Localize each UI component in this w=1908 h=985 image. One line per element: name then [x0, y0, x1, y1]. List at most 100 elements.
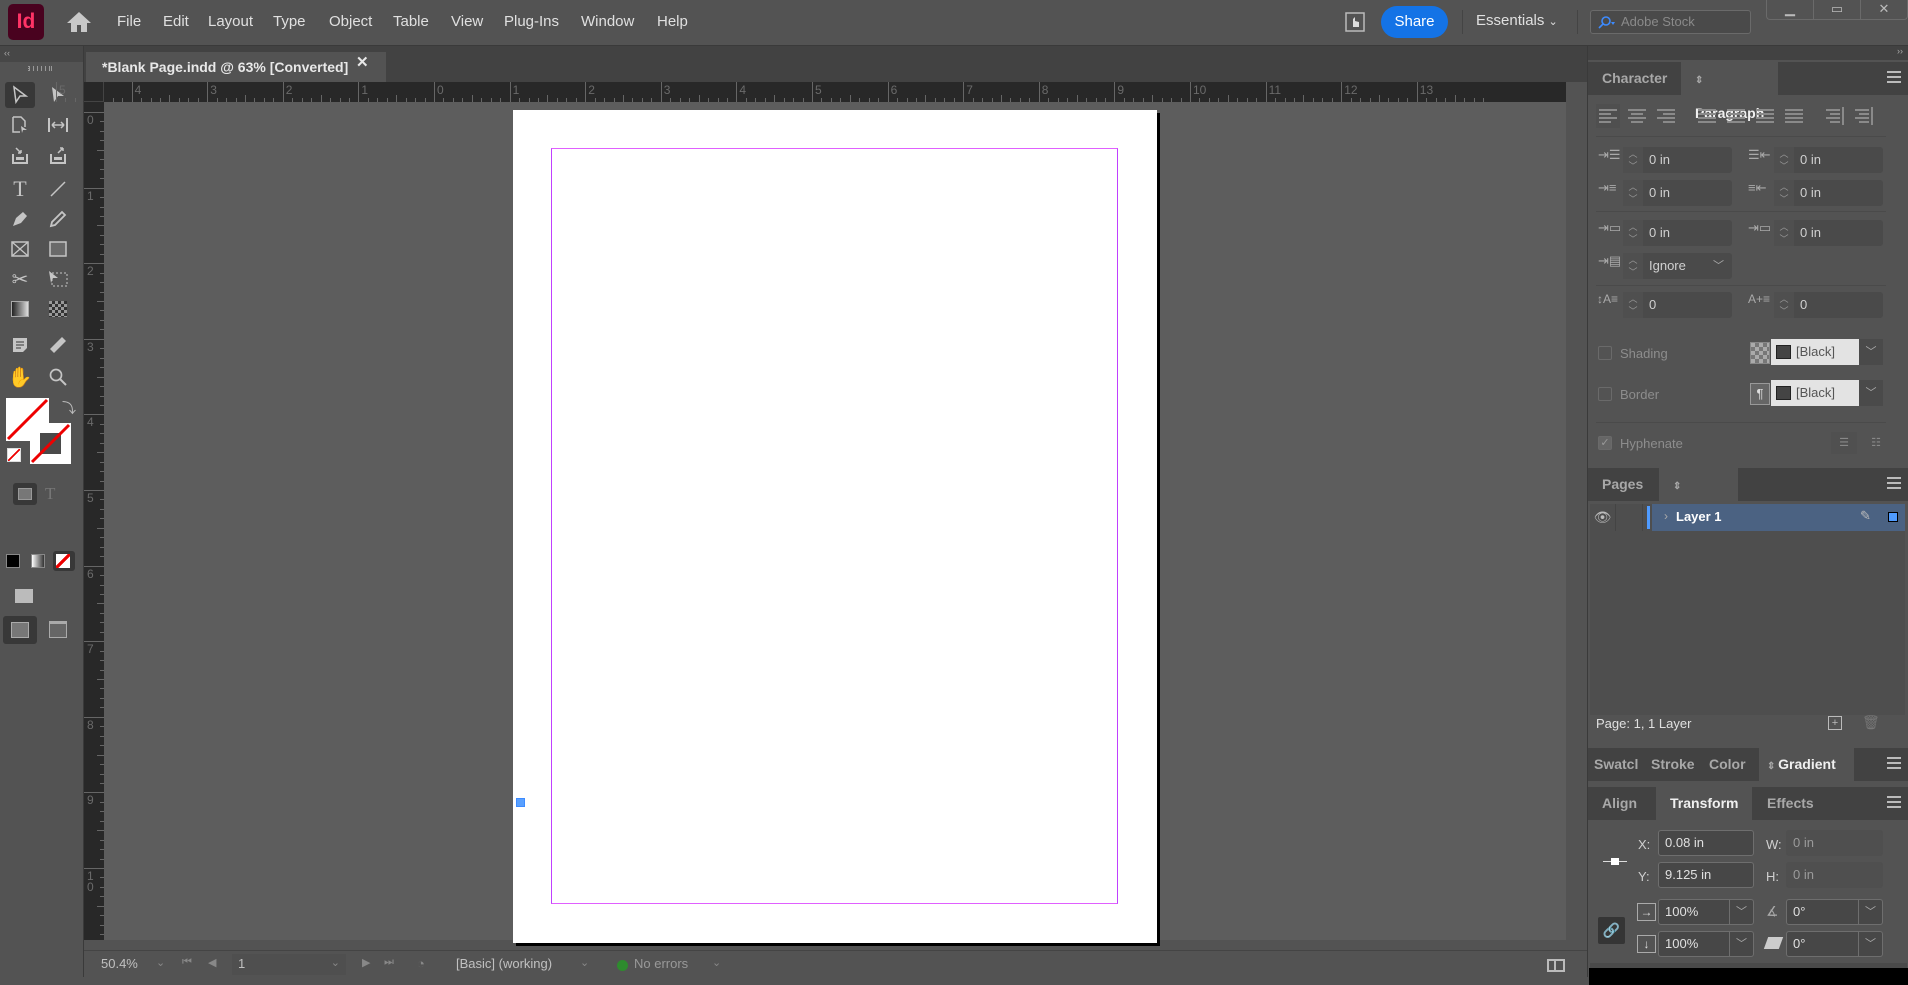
- menu-plugins[interactable]: Plug-Ins: [504, 13, 559, 30]
- chevron-down-icon[interactable]: ⌄: [580, 956, 589, 969]
- space-after-field[interactable]: ︿ ﹀ 0 in: [1774, 220, 1883, 246]
- chevron-down-icon[interactable]: ﹀: [1729, 932, 1753, 956]
- menu-file[interactable]: File: [117, 13, 141, 30]
- tab-transform[interactable]: Transform: [1656, 787, 1752, 820]
- menu-window[interactable]: Window: [581, 13, 634, 30]
- default-fill-stroke-icon[interactable]: [7, 448, 21, 462]
- reference-point-icon[interactable]: [1603, 858, 1627, 866]
- pen-tool-icon[interactable]: [5, 206, 35, 232]
- apply-none-button[interactable]: [53, 551, 75, 571]
- preflight-icon[interactable]: ◔: [417, 956, 425, 971]
- note-tool-icon[interactable]: [5, 332, 35, 358]
- zoom-tool-icon[interactable]: [43, 364, 73, 390]
- tab-gradient[interactable]: ⇕ Gradient: [1759, 748, 1854, 781]
- formatting-container-button[interactable]: [13, 483, 37, 505]
- layer-row[interactable]: 👁 › Layer 1 ✎: [1590, 504, 1905, 531]
- shading-color-dropdown[interactable]: ﹀: [1859, 339, 1883, 365]
- tab-effects[interactable]: Effects: [1753, 787, 1825, 820]
- apply-color-button[interactable]: [6, 554, 20, 568]
- collapse-panel-button[interactable]: ‹‹: [0, 46, 83, 62]
- page-tool-icon[interactable]: [5, 112, 35, 138]
- formatting-text-button[interactable]: T: [45, 484, 55, 504]
- measure-tool-icon[interactable]: [43, 332, 73, 358]
- selection-tool-icon[interactable]: [5, 82, 35, 108]
- shading-settings-icon[interactable]: [1750, 342, 1770, 364]
- chevron-right-icon[interactable]: ›: [1664, 509, 1668, 523]
- preflight-profile[interactable]: [Basic] (working): [456, 956, 552, 971]
- close-button[interactable]: ✕: [1861, 0, 1907, 19]
- menu-edit[interactable]: Edit: [163, 13, 189, 30]
- scale-y-field[interactable]: 100% ﹀: [1658, 931, 1754, 957]
- tab-pages[interactable]: Pages: [1588, 468, 1658, 501]
- share-button[interactable]: Share: [1381, 6, 1448, 38]
- expand-panels-button[interactable]: ››: [1588, 46, 1908, 60]
- tab-paragraph[interactable]: ⇕ Paragraph: [1681, 62, 1778, 121]
- tab-character[interactable]: Character: [1588, 62, 1681, 95]
- align-away-from-spine-icon[interactable]: [1851, 104, 1875, 128]
- span-columns-icon[interactable]: ☷: [1863, 432, 1889, 454]
- space-before-field[interactable]: ︿ ﹀ 0 in: [1623, 220, 1732, 246]
- free-transform-tool-icon[interactable]: [43, 266, 73, 292]
- menu-table[interactable]: Table: [393, 13, 429, 30]
- justify-center-icon[interactable]: [1724, 104, 1748, 128]
- align-to-grid-select[interactable]: ︿ ﹀ Ignore ﹀: [1623, 253, 1732, 279]
- vertical-ruler[interactable]: 0 1 2 3 4 5 6 7 8 9 1 0: [84, 102, 104, 940]
- balance-lines-icon[interactable]: ☰: [1831, 432, 1857, 454]
- constrain-proportions-icon[interactable]: 🔗: [1598, 917, 1625, 944]
- adobe-stock-search[interactable]: Adobe Stock: [1590, 10, 1751, 34]
- align-towards-spine-icon[interactable]: [1822, 104, 1846, 128]
- new-layer-icon[interactable]: +: [1828, 716, 1842, 730]
- publish-online-icon[interactable]: [1344, 11, 1366, 33]
- hand-tool-icon[interactable]: ✋: [5, 364, 35, 390]
- lock-toggle[interactable]: [1617, 504, 1643, 531]
- first-line-indent-field[interactable]: ︿ ﹀ 0 in: [1623, 180, 1732, 206]
- horizontal-ruler[interactable]: 5 4 3 2 1 0 1 2 3 4 5 6 7 8 9 10 11 12 13: [56, 82, 1566, 102]
- right-indent-field[interactable]: ︿ ﹀ 0 in: [1774, 147, 1883, 173]
- rectangle-frame-tool-icon[interactable]: [5, 236, 35, 262]
- border-settings-icon[interactable]: ¶: [1750, 383, 1770, 405]
- direct-selection-tool-icon[interactable]: [43, 82, 73, 108]
- split-window-icon[interactable]: [1547, 959, 1565, 972]
- border-checkbox[interactable]: [1598, 387, 1612, 401]
- y-position-field[interactable]: 9.125 in: [1658, 862, 1754, 888]
- justify-right-icon[interactable]: [1753, 104, 1777, 128]
- tab-stroke[interactable]: Stroke: [1645, 748, 1701, 781]
- selected-items-indicator[interactable]: [1888, 512, 1898, 522]
- page-number-field[interactable]: 1 ⌄: [232, 954, 346, 975]
- content-placer-icon[interactable]: [43, 142, 73, 168]
- last-page-icon[interactable]: ⏭: [384, 956, 394, 969]
- gap-tool-icon[interactable]: [43, 112, 73, 138]
- left-indent-field[interactable]: ︿ ﹀ 0 in: [1623, 147, 1732, 173]
- tab-color[interactable]: Color: [1701, 748, 1758, 781]
- panel-menu-icon[interactable]: [1887, 796, 1901, 808]
- stroke-swatch[interactable]: [30, 423, 71, 464]
- tab-align[interactable]: Align: [1588, 787, 1655, 820]
- menu-type[interactable]: Type: [273, 13, 306, 30]
- layer-name-cell[interactable]: › Layer 1 ✎: [1652, 504, 1905, 531]
- chevron-down-icon[interactable]: ﹀: [1729, 900, 1753, 924]
- width-field[interactable]: 0 in: [1786, 830, 1883, 856]
- panel-menu-icon[interactable]: [1887, 477, 1901, 489]
- rectangle-tool-icon[interactable]: [43, 236, 73, 262]
- first-page-icon[interactable]: ⏮: [182, 956, 192, 969]
- scale-x-field[interactable]: 100% ﹀: [1658, 899, 1754, 925]
- content-collector-icon[interactable]: [5, 142, 35, 168]
- selected-object-handle[interactable]: [516, 798, 525, 807]
- chevron-down-icon[interactable]: ⌄: [712, 956, 721, 969]
- chevron-down-icon[interactable]: ﹀: [1858, 900, 1882, 924]
- panel-menu-icon[interactable]: [1887, 71, 1901, 83]
- border-color-field[interactable]: [Black]: [1771, 380, 1859, 406]
- justify-left-icon[interactable]: [1695, 104, 1719, 128]
- rotation-field[interactable]: 0° ﹀: [1786, 899, 1883, 925]
- vertical-scrollbar[interactable]: [1566, 82, 1587, 940]
- zoom-dropdown-icon[interactable]: ⌄: [156, 956, 165, 969]
- pasteboard[interactable]: [104, 102, 1566, 943]
- chevron-down-icon[interactable]: ﹀: [1858, 932, 1882, 956]
- gradient-swatch-tool-icon[interactable]: [5, 296, 35, 322]
- gradient-feather-tool-icon[interactable]: [43, 296, 73, 322]
- x-position-field[interactable]: 0.08 in: [1658, 830, 1754, 856]
- panel-menu-icon[interactable]: [1887, 757, 1901, 769]
- align-right-icon[interactable]: [1654, 104, 1678, 128]
- shading-checkbox[interactable]: [1598, 346, 1612, 360]
- line-tool-icon[interactable]: [43, 176, 73, 202]
